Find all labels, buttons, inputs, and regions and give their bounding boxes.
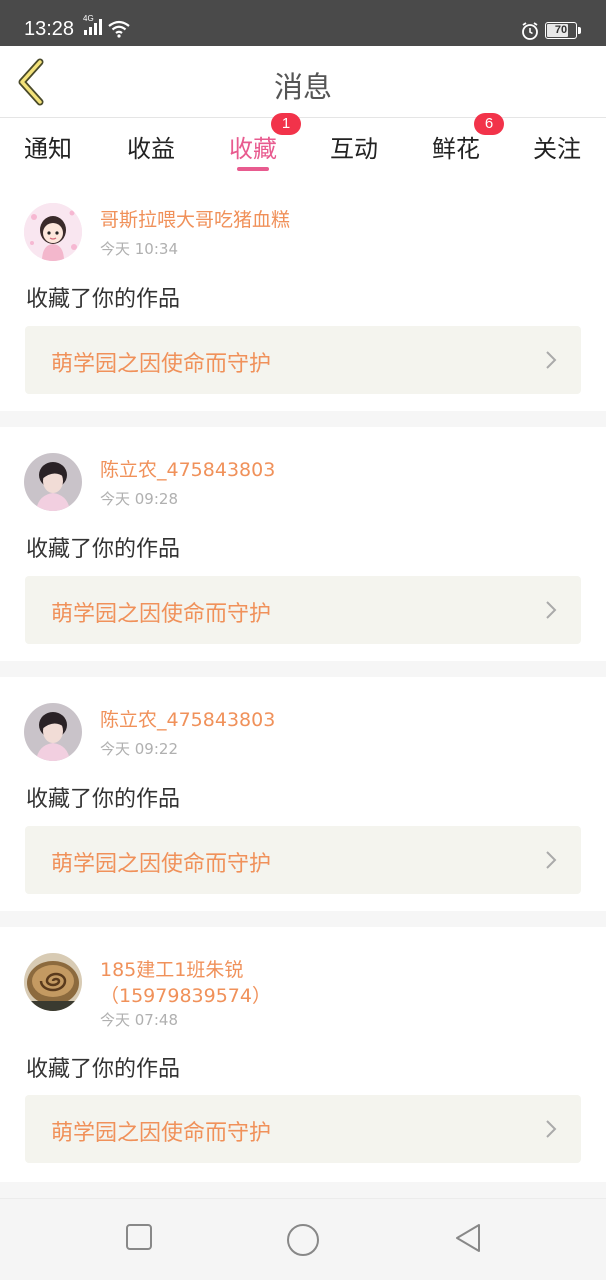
timestamp: 今天 09:28	[100, 490, 178, 508]
card-separator	[0, 661, 606, 677]
chevron-right-icon	[546, 601, 557, 619]
action-text: 收藏了你的作品	[26, 287, 181, 312]
avatar-image	[24, 203, 82, 261]
username[interactable]: 哥斯拉喂大哥吃猪血糕	[100, 207, 290, 233]
timestamp: 今天 10:34	[100, 240, 178, 258]
tab-favorites[interactable]: 收藏	[229, 129, 277, 164]
card-separator	[0, 1182, 606, 1198]
favorites-badge: 1	[271, 113, 301, 135]
chevron-right-icon	[546, 851, 557, 869]
message-card: 陈立农_475843803 今天 09:28 收藏了你的作品 萌学园之因使命而守…	[0, 427, 606, 661]
active-tab-indicator	[237, 167, 269, 171]
page-title: 消息	[273, 70, 332, 104]
timestamp: 今天 09:22	[100, 740, 178, 758]
message-card: 陈立农_475843803 今天 09:22 收藏了你的作品 萌学园之因使命而守…	[0, 677, 606, 911]
card-separator	[0, 411, 606, 427]
tab-bar: 通知 收益 收藏 1 互动 鲜花 6 关注	[0, 113, 606, 177]
action-text: 收藏了你的作品	[26, 1057, 181, 1082]
battery-cap	[578, 27, 581, 34]
timestamp: 今天 07:48	[100, 1011, 178, 1029]
flowers-badge: 6	[474, 113, 504, 135]
card-separator	[0, 911, 606, 927]
system-nav-bar	[0, 1198, 606, 1280]
circle-icon[interactable]	[286, 1223, 320, 1257]
tab-flowers[interactable]: 鲜花	[432, 129, 480, 164]
triangle-back-icon[interactable]	[453, 1223, 483, 1253]
battery-icon: 70	[545, 22, 577, 39]
work-title: 萌学园之因使命而守护	[51, 602, 272, 627]
status-time: 13:28	[24, 18, 75, 40]
work-title: 萌学园之因使命而守护	[51, 352, 272, 377]
tab-follows[interactable]: 关注	[533, 129, 581, 164]
tab-earnings[interactable]: 收益	[127, 129, 175, 164]
work-link[interactable]: 萌学园之因使命而守护	[25, 826, 581, 894]
chevron-right-icon	[546, 1120, 557, 1138]
message-card: 185建工1班朱锐 （15979839574） 今天 07:48 收藏了你的作品…	[0, 927, 606, 1182]
signal-icon	[84, 19, 102, 35]
avatar[interactable]	[24, 453, 82, 511]
username[interactable]: 陈立农_475843803	[100, 707, 275, 733]
tab-interactions[interactable]: 互动	[330, 129, 378, 164]
action-text: 收藏了你的作品	[26, 787, 181, 812]
username[interactable]: 185建工1班朱锐 （15979839574）	[100, 957, 271, 1009]
work-link[interactable]: 萌学园之因使命而守护	[25, 1095, 581, 1163]
action-text: 收藏了你的作品	[26, 537, 181, 562]
work-link[interactable]: 萌学园之因使命而守护	[25, 326, 581, 394]
avatar-image	[24, 453, 82, 511]
username-phone: （15979839574）	[100, 985, 271, 1007]
battery-level: 70	[554, 24, 568, 36]
wifi-icon	[108, 20, 130, 38]
tab-notifications[interactable]: 通知	[24, 129, 72, 164]
username-line: 185建工1班朱锐	[100, 959, 244, 981]
status-bar: 13:28 4G 70	[0, 0, 606, 46]
username[interactable]: 陈立农_475843803	[100, 457, 275, 483]
avatar-image	[24, 703, 82, 761]
avatar[interactable]	[24, 953, 82, 1011]
message-card: 哥斯拉喂大哥吃猪血糕 今天 10:34 收藏了你的作品 萌学园之因使命而守护	[0, 177, 606, 411]
work-title: 萌学园之因使命而守护	[51, 1121, 272, 1146]
alarm-icon	[522, 22, 538, 40]
chevron-right-icon	[546, 351, 557, 369]
avatar[interactable]	[24, 703, 82, 761]
avatar-image	[24, 953, 82, 1011]
work-title: 萌学园之因使命而守护	[51, 852, 272, 877]
header: 消息	[0, 46, 606, 118]
avatar[interactable]	[24, 203, 82, 261]
square-icon[interactable]	[125, 1223, 153, 1251]
work-link[interactable]: 萌学园之因使命而守护	[25, 576, 581, 644]
